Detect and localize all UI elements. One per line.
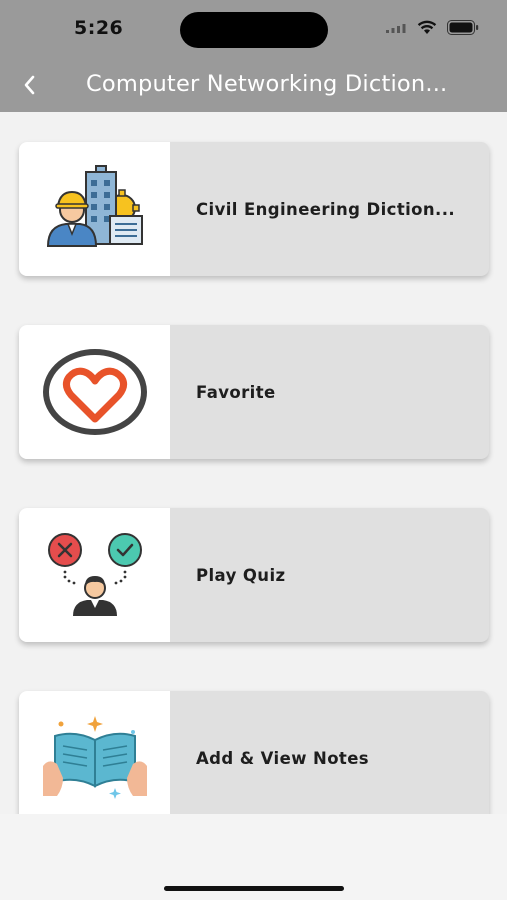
signal-icon [386,23,406,33]
dynamic-island [180,12,328,48]
heart-icon [42,349,147,435]
card-icon-container [19,691,170,814]
back-button[interactable] [14,70,44,100]
card-label: Play Quiz [196,565,286,585]
favorite-card[interactable]: Favorite [19,325,489,459]
card-icon-container [19,508,170,642]
civil-engineering-dictionary-card[interactable]: Civil Engineering Diction... [19,142,489,276]
page-title: Computer Networking Diction... [86,71,448,97]
engineer-building-icon [46,165,143,247]
card-icon-container [19,325,170,459]
quiz-person-icon [47,533,142,616]
play-quiz-card[interactable]: Play Quiz [19,508,489,642]
card-label: Favorite [196,382,276,402]
wifi-icon [417,20,437,34]
status-time: 5:26 [74,17,124,39]
card-label: Add & View Notes [196,748,370,768]
chevron-left-icon [24,75,35,95]
bottom-safe-area [0,814,507,900]
card-label: Civil Engineering Diction... [196,199,456,219]
status-icons [385,20,479,35]
add-view-notes-card[interactable]: Add & View Notes [19,691,489,814]
battery-icon [447,20,479,35]
home-indicator[interactable] [164,886,344,891]
navigation-bar: Computer Networking Diction... [0,58,507,112]
open-book-icon [42,716,147,799]
card-icon-container [19,142,170,276]
status-bar: 5:26 [0,0,507,58]
menu-list: Civil Engineering Diction... Favorite Pl… [0,112,507,814]
